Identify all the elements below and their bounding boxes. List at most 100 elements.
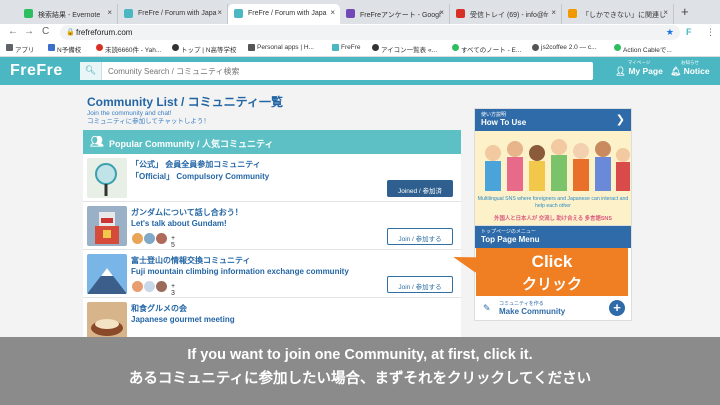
community-title-jp[interactable]: 「公式」 会員全員参加コミュニティ (131, 159, 261, 170)
community-title-en[interactable]: Let's talk about Gundam! (131, 219, 227, 228)
bookmark-label: アイコン一覧表 «... (381, 47, 438, 54)
my-page-button[interactable]: マイページ 👤︎ My Page (614, 60, 664, 77)
url-text: frefreforum.com (76, 28, 133, 37)
notice-button[interactable]: お知らせ 🔔︎ Notice (666, 60, 714, 77)
yahoo-mail-icon (96, 44, 103, 51)
caption-jp: あるコミュニティに参加したい場合、まずそれをクリックしてください (128, 371, 592, 387)
member-count: + 3 (171, 283, 176, 297)
browser-tab[interactable]: FreFre / Forum with Japa × (118, 4, 228, 24)
browser-tab-strip: 検索結果 - Evernote × FreFre / Forum with Ja… (0, 0, 720, 24)
join-button[interactable]: Join / 参加する (387, 276, 453, 293)
notice-text: Notice (683, 66, 710, 76)
how-to-use-heading[interactable]: 使い方説明 How To Use ❯ (475, 109, 631, 131)
how-to-use-card[interactable]: 使い方説明 How To Use ❯ Multilingual SNS wher… (474, 108, 632, 226)
browser-tab[interactable]: 受信トレイ (69) - info@fr × (450, 4, 562, 24)
frefre-icon (124, 9, 133, 18)
top-page-menu-heading: トップページのメニュー Top Page Menu (475, 226, 631, 248)
bookmark-item[interactable]: FreFre (332, 44, 361, 51)
how-to-use-illustration: Multilingual SNS where foreigners and Ja… (475, 131, 631, 225)
bookmark-label: js2coffee 2.0 — c... (541, 44, 597, 51)
evernote-icon (614, 44, 621, 51)
community-row[interactable]: 富士登山の情報交換コミュニティ Fuji mountain climbing i… (83, 250, 461, 298)
my-page-text: My Page (628, 66, 663, 76)
bookmark-label: Personal apps | H... (257, 44, 314, 51)
make-community-button[interactable]: ✎ コミュニティを作る Make Community + (475, 296, 631, 320)
bookmark-label: Action Cableで... (623, 47, 672, 54)
community-thumbnail (87, 206, 127, 246)
site-logo[interactable]: FreFre (10, 62, 63, 80)
browser-tab-active[interactable]: FreFre / Forum with Japa × (228, 4, 340, 24)
new-tab-button[interactable]: + (681, 4, 689, 19)
menu-icon[interactable]: ⋮ (706, 27, 715, 38)
community-row[interactable]: 「公式」 会員全員参加コミュニティ 「Official」 Compulsory … (83, 154, 461, 202)
how-to-use-label: How To Use (481, 118, 527, 127)
bookmark-label: すべてのノート - E... (461, 47, 522, 54)
bookmark-item[interactable]: N予備校 (48, 44, 81, 54)
bell-icon: 🔔︎ (670, 66, 682, 76)
my-page-label: 👤︎ My Page (614, 66, 664, 77)
gmail-icon (456, 9, 465, 18)
user-icon: 👤︎ (615, 66, 626, 76)
evernote-icon (452, 44, 459, 51)
mount-fuji-image (87, 268, 127, 294)
joined-button[interactable]: Joined / 参加済 (387, 180, 453, 197)
people-icon: 👥︎ (90, 136, 104, 148)
bookmark-label: N予備校 (57, 47, 82, 54)
plus-icon[interactable]: + (609, 300, 625, 316)
browser-toolbar: ← → C 🔒 frefreforum.com ★ F ⋮ (0, 24, 720, 41)
weblio-icon (568, 9, 577, 18)
subtitle-jp: コミュニティに参加してチャットしよう！ (87, 118, 210, 125)
japanese-food-image (91, 319, 123, 336)
bookmark-item[interactable]: Personal apps | H... (248, 44, 314, 51)
community-row[interactable]: ガンダムについて話し合おう！ Let's talk about Gundam! … (83, 202, 461, 250)
heroku-icon (248, 44, 255, 51)
close-icon[interactable]: × (330, 8, 335, 17)
gundam-image (95, 212, 119, 244)
close-icon[interactable]: × (217, 8, 222, 17)
community-title-en[interactable]: Fuji mountain climbing information excha… (131, 267, 349, 276)
community-title-jp[interactable]: 和食グルメの会 (131, 303, 187, 314)
close-icon[interactable]: × (107, 8, 112, 17)
close-icon[interactable]: × (551, 8, 556, 17)
bookmark-item[interactable]: トップ | N高等学校 (172, 44, 237, 54)
reload-icon[interactable]: C (42, 26, 49, 37)
bookmark-apps[interactable]: アプリ (6, 44, 35, 54)
bookmark-item[interactable]: Action Cableで... (614, 44, 672, 54)
bookmark-label: トップ | N高等学校 (181, 47, 237, 54)
instruction-caption: If you want to join one Community, at fi… (0, 337, 720, 405)
browser-tab[interactable]: 「しかできない」に関連し × (562, 4, 674, 24)
how-to-use-caption-jp: 外国人と日本人が 交流し 助け合える 多言語SNS (494, 216, 612, 222)
popular-community-panel: 👥︎ Popular Community / 人気コミュニティ 「公式」 会員全… (83, 130, 461, 346)
back-icon[interactable]: ← (8, 26, 18, 37)
notice-label: 🔔︎ Notice (666, 66, 714, 77)
bookmark-item[interactable]: js2coffee 2.0 — c... (532, 44, 597, 51)
bookmark-item[interactable]: 未読6660件 - Yah... (96, 44, 161, 54)
community-title-en[interactable]: Japanese gourmet meeting (131, 315, 235, 324)
bookmark-item[interactable]: アイコン一覧表 «... (372, 44, 437, 54)
member-count: + 5 (171, 235, 176, 249)
page-title: Community List / コミュニティ一覧 (87, 95, 283, 109)
close-icon[interactable]: × (663, 8, 668, 17)
search-input[interactable] (108, 65, 578, 77)
forward-icon[interactable]: → (24, 26, 34, 37)
top-page-menu-label: Top Page Menu (481, 235, 540, 244)
bookmark-star-icon[interactable]: ★ (666, 27, 674, 38)
close-icon[interactable]: × (439, 8, 444, 17)
search-icon[interactable]: 🔍︎ (80, 62, 102, 80)
click-callout: Click クリック (476, 248, 628, 296)
google-forms-icon (346, 9, 355, 18)
address-bar[interactable]: 🔒 frefreforum.com ★ (60, 25, 680, 40)
join-button[interactable]: Join / 参加する (387, 228, 453, 245)
community-title-jp[interactable]: ガンダムについて話し合おう！ (131, 207, 243, 218)
browser-tab[interactable]: FreFreアンケート - Googl × (340, 4, 450, 24)
extension-icon[interactable]: F (686, 27, 692, 37)
community-title-jp[interactable]: 富士登山の情報交換コミュニティ (131, 255, 251, 266)
browser-tab[interactable]: 検索結果 - Evernote × (18, 4, 118, 24)
top-page-menu-sublabel: トップページのメニュー (481, 229, 536, 235)
community-title-en[interactable]: 「Official」 Compulsory Community (131, 171, 269, 182)
bookmark-item[interactable]: すべてのノート - E... (452, 44, 521, 54)
subtitle-en: Join the community and chat! (87, 110, 172, 117)
page-subtitle: Join the community and chat! コミュニティに参加して… (87, 110, 210, 126)
make-community-sublabel: コミュニティを作る (499, 301, 544, 307)
site-header: FreFre 🔍︎ マイページ 👤︎ My Page お知らせ 🔔︎ Notic… (0, 57, 720, 85)
